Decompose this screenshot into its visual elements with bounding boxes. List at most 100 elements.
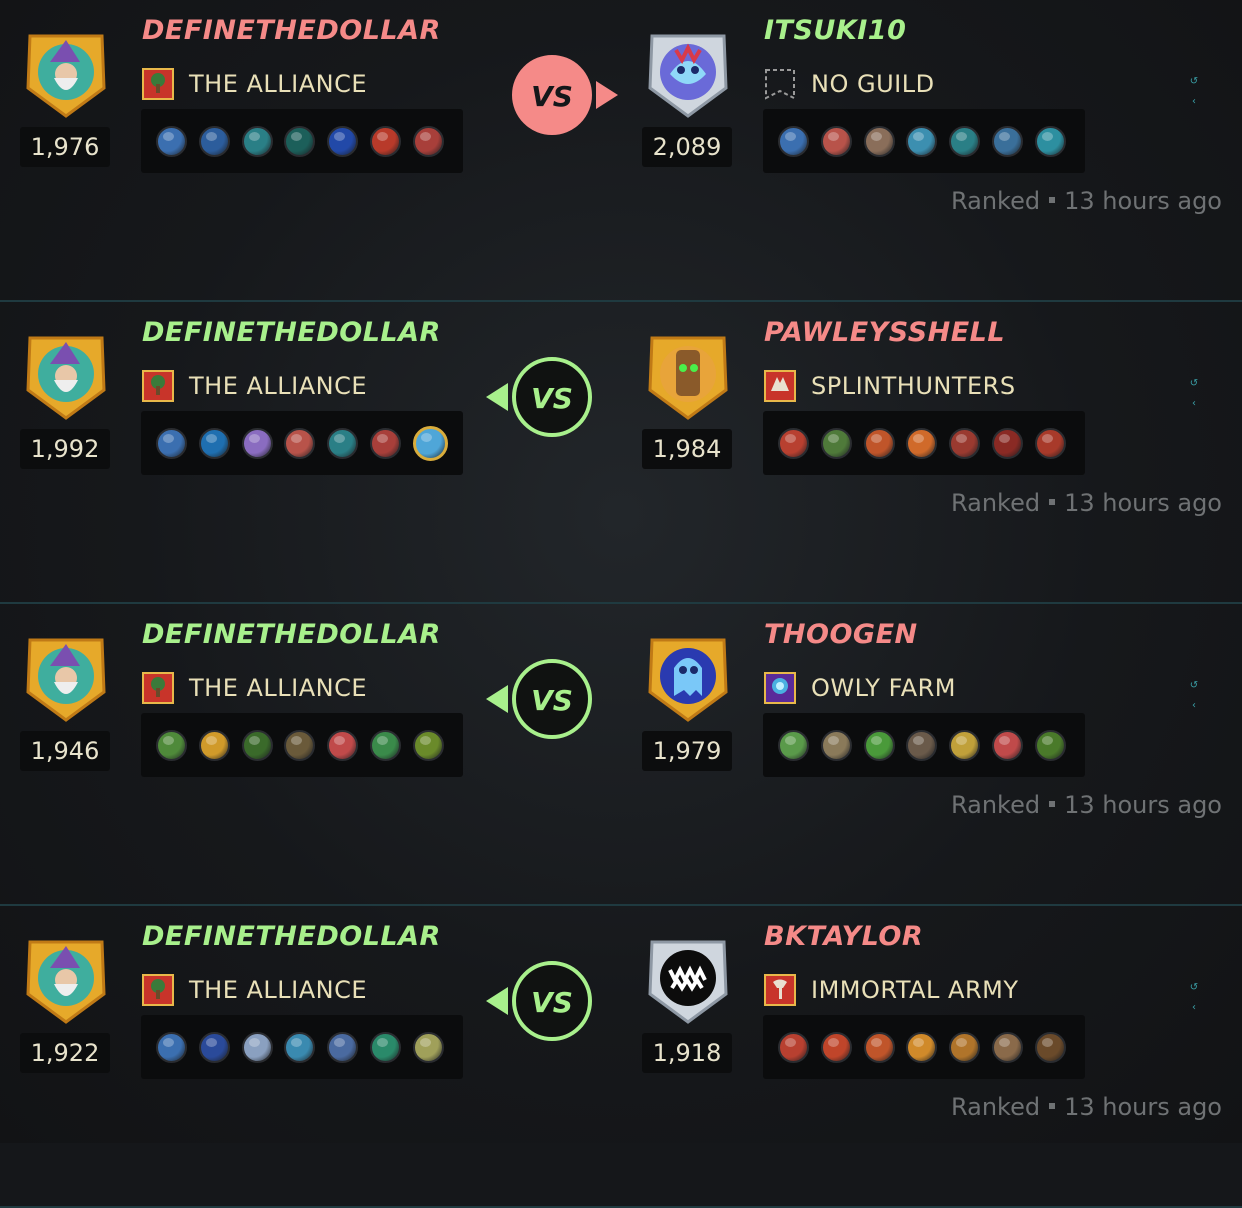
guild-info[interactable]: THE ALLIANCE	[141, 670, 367, 706]
card-icon[interactable]	[1034, 125, 1066, 157]
card-icon[interactable]	[284, 125, 316, 157]
card-icon[interactable]	[241, 729, 273, 761]
card-icon[interactable]	[327, 125, 359, 157]
card-icon[interactable]	[198, 125, 230, 157]
card-icon[interactable]	[241, 427, 273, 459]
card-icon[interactable]	[863, 1031, 895, 1063]
player-name[interactable]: BKTAYLOR	[764, 920, 923, 954]
battle-actions: ↺ ‹	[1187, 72, 1201, 112]
player-avatar[interactable]	[642, 632, 734, 724]
card-icon[interactable]	[156, 125, 187, 157]
card-icon[interactable]	[412, 425, 448, 461]
card-icon[interactable]	[778, 729, 809, 761]
card-icon[interactable]	[327, 427, 359, 459]
battle-row[interactable]: 1,922 DEFINETHEDOLLAR THE ALLIANCE 1,918 BK…	[0, 906, 1242, 1208]
player-name[interactable]: DEFINETHEDOLLAR	[142, 14, 441, 48]
card-icon[interactable]	[991, 125, 1023, 157]
player-name[interactable]: DEFINETHEDOLLAR	[142, 316, 441, 350]
player-avatar[interactable]	[20, 934, 112, 1026]
card-icon[interactable]	[906, 1031, 938, 1063]
card-icon[interactable]	[327, 729, 359, 761]
card-icon[interactable]	[949, 427, 981, 459]
battle-actions: ↺ ‹	[1187, 374, 1201, 414]
share-icon[interactable]: ‹	[1187, 394, 1201, 414]
card-icon[interactable]	[241, 1031, 273, 1063]
replay-icon[interactable]: ↺	[1187, 72, 1201, 92]
card-icon[interactable]	[327, 1031, 359, 1063]
card-icon[interactable]	[991, 1031, 1023, 1063]
card-icon[interactable]	[820, 1031, 852, 1063]
card-icon[interactable]	[949, 125, 981, 157]
replay-icon[interactable]: ↺	[1187, 978, 1201, 998]
card-icon[interactable]	[949, 1031, 981, 1063]
player-avatar[interactable]	[20, 330, 112, 422]
card-icon[interactable]	[198, 1031, 230, 1063]
battle-row[interactable]: 1,976 DEFINETHEDOLLAR THE ALLIANCE 2,089 IT…	[0, 0, 1242, 302]
card-icon[interactable]	[412, 125, 444, 157]
card-icon[interactable]	[863, 729, 895, 761]
guild-info[interactable]: THE ALLIANCE	[141, 66, 367, 102]
replay-icon[interactable]: ↺	[1187, 676, 1201, 696]
share-icon[interactable]: ‹	[1187, 998, 1201, 1018]
guild-name: THE ALLIANCE	[189, 372, 368, 400]
player-name[interactable]: DEFINETHEDOLLAR	[142, 920, 441, 954]
player-name[interactable]: THOOGEN	[764, 618, 918, 652]
player-name[interactable]: PAWLEYSSHELL	[764, 316, 1005, 350]
card-icon[interactable]	[369, 1031, 401, 1063]
card-icon[interactable]	[906, 729, 938, 761]
card-icon[interactable]	[156, 1031, 187, 1063]
tree-banner-icon	[141, 67, 175, 101]
player-avatar[interactable]	[20, 28, 112, 120]
share-icon[interactable]: ‹	[1187, 696, 1201, 716]
card-icon[interactable]	[1034, 729, 1066, 761]
card-icon[interactable]	[949, 729, 981, 761]
card-icon[interactable]	[241, 125, 273, 157]
battle-row[interactable]: 1,992 DEFINETHEDOLLAR THE ALLIANCE 1,984 PA…	[0, 302, 1242, 604]
card-icon[interactable]	[863, 125, 895, 157]
guild-info[interactable]: IMMORTAL ARMY	[763, 972, 1019, 1008]
card-icon[interactable]	[412, 1031, 444, 1063]
card-icon[interactable]	[369, 729, 401, 761]
guild-info[interactable]: THE ALLIANCE	[141, 972, 367, 1008]
battle-meta: Ranked 13 hours ago	[951, 186, 1222, 216]
card-icon[interactable]	[820, 427, 852, 459]
player-avatar[interactable]	[642, 330, 734, 422]
card-icon[interactable]	[906, 427, 938, 459]
card-icon[interactable]	[1034, 427, 1066, 459]
card-icon[interactable]	[1034, 1031, 1066, 1063]
card-icon[interactable]	[412, 729, 444, 761]
team-cards	[141, 109, 463, 173]
card-icon[interactable]	[156, 729, 187, 761]
card-icon[interactable]	[778, 125, 809, 157]
card-icon[interactable]	[820, 125, 852, 157]
card-icon[interactable]	[369, 427, 401, 459]
share-icon[interactable]: ‹	[1187, 92, 1201, 112]
player-avatar[interactable]	[20, 632, 112, 724]
card-icon[interactable]	[369, 125, 401, 157]
battle-row[interactable]: 1,946 DEFINETHEDOLLAR THE ALLIANCE 1,979 TH…	[0, 604, 1242, 906]
guild-info[interactable]: THE ALLIANCE	[141, 368, 367, 404]
player-name[interactable]: DEFINETHEDOLLAR	[142, 618, 441, 652]
guild-info[interactable]: SPLINTHUNTERS	[763, 368, 1016, 404]
player-avatar[interactable]	[642, 28, 734, 120]
card-icon[interactable]	[778, 427, 809, 459]
card-icon[interactable]	[284, 1031, 316, 1063]
card-icon[interactable]	[778, 1031, 809, 1063]
card-icon[interactable]	[284, 729, 316, 761]
battle-time: 13 hours ago	[1064, 791, 1222, 819]
guild-info[interactable]: OWLY FARM	[763, 670, 956, 706]
player-name[interactable]: ITSUKI10	[764, 14, 906, 48]
card-icon[interactable]	[156, 427, 187, 459]
wolf-banner-icon	[763, 369, 797, 403]
card-icon[interactable]	[991, 427, 1023, 459]
replay-icon[interactable]: ↺	[1187, 374, 1201, 394]
card-icon[interactable]	[863, 427, 895, 459]
card-icon[interactable]	[820, 729, 852, 761]
player-avatar[interactable]	[642, 934, 734, 1026]
card-icon[interactable]	[906, 125, 938, 157]
card-icon[interactable]	[991, 729, 1023, 761]
card-icon[interactable]	[198, 729, 230, 761]
card-icon[interactable]	[284, 427, 316, 459]
card-icon[interactable]	[198, 427, 230, 459]
guild-info[interactable]: NO GUILD	[763, 66, 935, 102]
